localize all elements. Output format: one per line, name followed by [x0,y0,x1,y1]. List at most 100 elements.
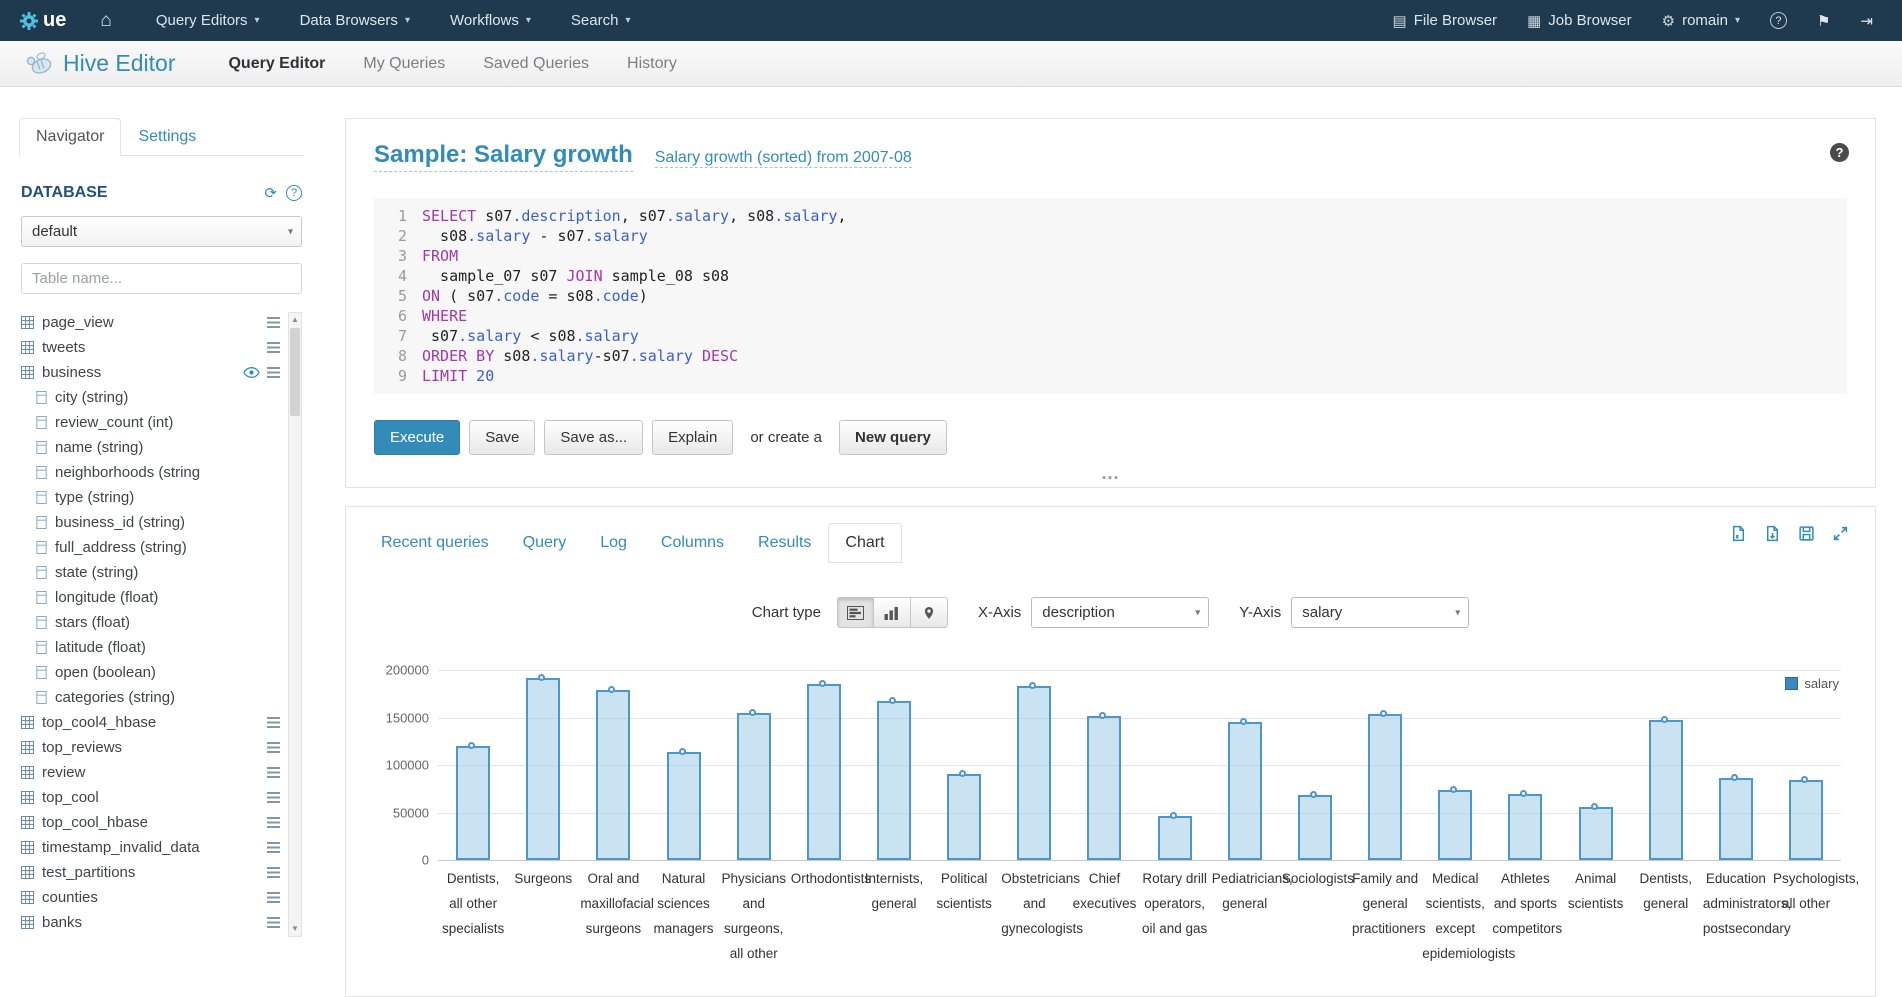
table-columns-icon[interactable] [267,892,280,903]
sidebar-tab-settings[interactable]: Settings [121,118,213,156]
scroll-up-icon[interactable]: ▲ [291,313,299,327]
table-item-top-reviews[interactable]: top_reviews [21,735,280,760]
column-item-categories-string[interactable]: categories (string) [21,685,280,710]
code-line: 1SELECT s07.description, s07.salary, s08… [374,206,1847,226]
results-tab-query[interactable]: Query [506,523,584,563]
hue-logo[interactable]: ue [20,9,66,32]
table-columns-icon[interactable] [267,317,280,328]
table-columns-icon[interactable] [267,717,280,728]
column-item-name-string[interactable]: name (string) [21,435,280,460]
sql-editor[interactable]: 1SELECT s07.description, s07.salary, s08… [374,198,1847,394]
table-columns-icon[interactable] [267,367,280,378]
bars [438,670,1841,860]
save-results-icon[interactable] [1798,525,1815,542]
table-item-banks[interactable]: banks [21,910,280,935]
question-circle-icon[interactable]: ? [1830,143,1849,162]
scroll-down-icon[interactable]: ▼ [291,922,299,936]
results-tab-recent-queries[interactable]: Recent queries [364,523,506,563]
table-item-top-cool[interactable]: top_cool [21,785,280,810]
code-line: 5ON ( s07.code = s08.code) [374,286,1847,306]
tab-my-queries[interactable]: My Queries [344,41,464,86]
fullscreen-icon[interactable] [1832,525,1849,542]
explain-button[interactable]: Explain [652,420,733,455]
logout-button[interactable]: ⇥ [1845,0,1888,41]
navbar-menu-search[interactable]: Search▾ [551,0,651,41]
column-item-city-string[interactable]: city (string) [21,385,280,410]
app-header: Hive Editor Query EditorMy QueriesSaved … [0,41,1902,87]
refresh-icon[interactable]: ⟳ [264,184,277,202]
tab-history[interactable]: History [608,41,696,86]
table-columns-icon[interactable] [267,792,280,803]
table-item-top-cool4-hbase[interactable]: top_cool4_hbase [21,710,280,735]
save-as-button[interactable]: Save as... [544,420,643,455]
tab-saved-queries[interactable]: Saved Queries [464,41,608,86]
x-category-label: Animal scientists [1561,866,1631,966]
save-button[interactable]: Save [469,420,535,455]
sidebar-tab-navigator[interactable]: Navigator [19,118,121,156]
table-item-test-partitions[interactable]: test_partitions [21,860,280,885]
eye-icon[interactable] [243,367,260,378]
table-columns-icon[interactable] [267,342,280,353]
bar-marker [1099,712,1106,719]
user-menu[interactable]: ⚙ romain ▾ [1647,0,1755,41]
download-xls-icon[interactable] [1730,525,1747,542]
download-csv-icon[interactable] [1764,525,1781,542]
tab-query-editor[interactable]: Query Editor [209,41,344,86]
table-item-tweets[interactable]: tweets [21,335,280,360]
chart-bars-button[interactable] [837,597,874,628]
help-button[interactable]: ? [1755,0,1802,41]
column-item-full-address-string[interactable]: full_address (string) [21,535,280,560]
hive-logo [24,50,54,77]
table-columns-icon[interactable] [267,817,280,828]
home-button[interactable]: ⌂ [76,0,135,41]
column-item-open-boolean[interactable]: open (boolean) [21,660,280,685]
code-line: 3FROM [374,246,1847,266]
resize-grip[interactable]: ... [374,467,1847,479]
chart-map-button[interactable] [911,597,948,628]
table-columns-icon[interactable] [267,867,280,878]
file-browser-button[interactable]: ▤ File Browser [1378,0,1513,41]
table-search-input[interactable] [21,263,302,294]
help-circle-icon[interactable]: ? [286,185,302,201]
navbar-menu-workflows[interactable]: Workflows▾ [430,0,551,41]
column-item-review-count-int[interactable]: review_count (int) [21,410,280,435]
x-axis-select[interactable]: description [1031,597,1209,628]
query-subtitle-link[interactable]: Salary growth (sorted) from 2007-08 [655,149,912,168]
results-tab-results[interactable]: Results [741,523,828,563]
column-item-neighborhoods-string[interactable]: neighborhoods (string [21,460,280,485]
table-item-counties[interactable]: counties [21,885,280,910]
table-item-page-view[interactable]: page_view [21,310,280,335]
results-tab-columns[interactable]: Columns [644,523,741,563]
chart-column-button[interactable] [874,597,911,628]
hive-editor-brand[interactable]: Hive Editor [24,41,175,86]
table-item-review[interactable]: review [21,760,280,785]
table-columns-icon[interactable] [267,842,280,853]
scrollbar-thumb[interactable] [290,328,300,416]
navbar-menu-data-browsers[interactable]: Data Browsers▾ [280,0,430,41]
database-select[interactable]: default [21,216,302,247]
column-item-state-string[interactable]: state (string) [21,560,280,585]
table-columns-icon[interactable] [267,917,280,928]
navbar-menu-query-editors[interactable]: Query Editors▾ [136,0,280,41]
y-axis-select[interactable]: salary [1291,597,1469,628]
column-item-business-id-string[interactable]: business_id (string) [21,510,280,535]
column-item-type-string[interactable]: type (string) [21,485,280,510]
table-columns-icon[interactable] [267,767,280,778]
table-columns-icon[interactable] [267,742,280,753]
execute-button[interactable]: Execute [374,420,460,455]
new-query-button[interactable]: New query [839,420,947,455]
sidebar-scrollbar[interactable]: ▲ ▼ [288,312,302,937]
table-item-business[interactable]: business [21,360,280,385]
table-icon [21,816,34,829]
column-item-stars-float[interactable]: stars (float) [21,610,280,635]
x-category-label: Education administrators, postsecondary [1701,866,1771,966]
results-tab-log[interactable]: Log [583,523,644,563]
job-browser-button[interactable]: ▦ Job Browser [1512,0,1647,41]
table-item-top-cool-hbase[interactable]: top_cool_hbase [21,810,280,835]
results-tab-chart[interactable]: Chart [828,523,901,563]
column-item-longitude-float[interactable]: longitude (float) [21,585,280,610]
table-item-timestamp-invalid-data[interactable]: timestamp_invalid_data [21,835,280,860]
feedback-flag-button[interactable]: ⚑ [1802,0,1845,41]
query-title[interactable]: Sample: Salary growth [374,141,633,172]
column-item-latitude-float[interactable]: latitude (float) [21,635,280,660]
